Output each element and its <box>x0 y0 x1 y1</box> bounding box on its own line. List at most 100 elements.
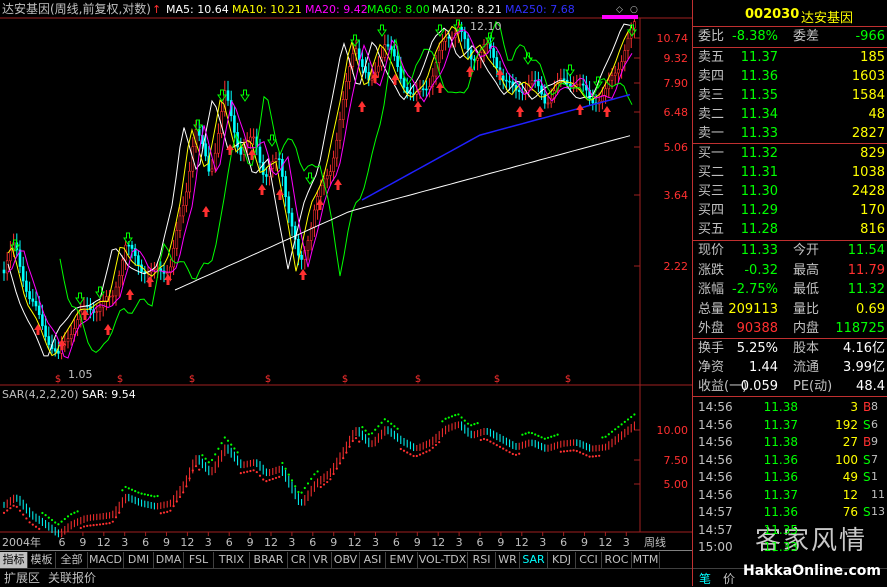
period-label[interactable]: 周线 <box>644 535 666 549</box>
sar-dot <box>450 415 454 418</box>
candle-body <box>28 291 31 300</box>
tab-kdj[interactable]: KDJ <box>548 552 576 568</box>
s-marker-icon: $ <box>565 374 571 385</box>
sar-dot <box>223 436 226 439</box>
candle-body <box>95 311 99 313</box>
sar-dot <box>18 509 22 512</box>
candle-body <box>287 196 291 214</box>
price-tick-label: 9.32 <box>664 52 689 65</box>
sar-dot <box>447 416 450 419</box>
tick-count: 1 <box>871 470 878 483</box>
sar-dot <box>466 422 470 425</box>
candle-body <box>623 50 627 63</box>
candle-body <box>530 80 534 85</box>
tab-模板[interactable]: 模板 <box>28 552 56 568</box>
sar-dot <box>6 509 9 512</box>
sar-dot <box>514 453 518 456</box>
tick-row: 14:56 11.38 27 B <box>698 435 872 449</box>
tab-wr[interactable]: WR <box>496 552 520 568</box>
time-tick-label: 3 <box>372 536 379 549</box>
candle-body <box>290 212 294 227</box>
tab-指标[interactable]: 指标 <box>0 552 28 568</box>
tab-dma[interactable]: DMA <box>154 552 184 568</box>
time-tick-label: 6 <box>560 536 567 549</box>
sar-dot <box>73 511 76 514</box>
sar-dot <box>82 525 86 528</box>
low-label: 1.05 <box>68 368 93 381</box>
sar-dot <box>540 436 543 439</box>
candle-body <box>492 48 495 58</box>
sar-dot <box>374 428 377 431</box>
candle-body <box>21 266 25 282</box>
tab-trix[interactable]: TRIX <box>214 552 250 568</box>
circle-icon[interactable]: ○ <box>630 5 638 15</box>
time-tick-label: 9 <box>330 536 337 549</box>
candle-body <box>258 146 262 163</box>
sar-dot <box>89 524 92 527</box>
kline-chart[interactable]: 10.74 9.32 7.90 6.48 5.06 3.64 2.22 10.00 7.50 5… <box>0 0 692 550</box>
tick-row: 14:56 11.37 12 <box>698 487 858 502</box>
candle-body <box>463 31 467 40</box>
tab-rsi[interactable]: RSI <box>468 552 496 568</box>
candle-body <box>306 240 310 251</box>
tab-cci[interactable]: CCI <box>576 552 602 568</box>
sar-dot <box>454 414 457 417</box>
tab-brar[interactable]: BRAR <box>250 552 288 568</box>
candle-body <box>405 86 409 93</box>
time-tick-label: 12 <box>598 536 612 549</box>
sar-dot <box>348 445 351 448</box>
tab-asi[interactable]: ASI <box>360 552 386 568</box>
candle-body <box>425 88 428 91</box>
sar-dot <box>479 438 482 442</box>
tick-row: 14:56 11.37 192 S <box>698 417 871 432</box>
sar-dot <box>457 413 460 416</box>
sar-dot <box>22 513 25 516</box>
tab-fsl[interactable]: FSL <box>184 552 214 568</box>
candle-body <box>575 84 579 87</box>
sar-dot <box>610 430 614 433</box>
quote-row: 涨跌 -0.32 最高 11.79 <box>698 262 885 278</box>
candle-body <box>37 305 41 315</box>
tick-count: 8 <box>871 400 878 413</box>
candle-body <box>537 80 540 87</box>
tick-tab[interactable]: 笔 <box>699 570 711 587</box>
sar-dot <box>582 452 585 455</box>
candle-body <box>41 314 44 327</box>
sar-dot <box>444 417 447 420</box>
tab-vol-tdx[interactable]: VOL-TDX <box>418 552 468 568</box>
tab-macd[interactable]: MACD <box>88 552 124 568</box>
ma-legend-item: MA60: 8.00 <box>367 3 430 16</box>
tab-obv[interactable]: OBV <box>332 552 360 568</box>
sar-dot <box>50 518 54 522</box>
tab-sar[interactable]: SAR <box>520 552 548 568</box>
sar-dot <box>486 438 489 441</box>
tab-mtm[interactable]: MTM <box>632 552 660 568</box>
sar-dot <box>332 472 335 476</box>
price-tab[interactable]: 价 <box>723 570 735 587</box>
sar-dot <box>511 452 514 456</box>
sar-dot <box>354 437 358 440</box>
tab-cr[interactable]: CR <box>288 552 310 568</box>
ma-legend-item: MA10: 10.21 <box>232 3 302 16</box>
candle-body <box>386 44 390 47</box>
tab-extension[interactable]: 扩展区 <box>4 570 40 586</box>
tab-roc[interactable]: ROC <box>602 552 632 568</box>
tab-dmi[interactable]: DMI <box>124 552 154 568</box>
tab-全部[interactable]: 全部 <box>56 552 88 568</box>
candle-body <box>53 348 57 352</box>
candle-body <box>277 158 281 160</box>
time-tick-label: 9 <box>497 536 504 549</box>
sar-dot <box>2 511 6 514</box>
time-tick-label: 6 <box>477 536 484 549</box>
tab-emv[interactable]: EMV <box>386 552 418 568</box>
tab-extension[interactable]: 关联报价 <box>48 570 96 586</box>
sar-dot <box>284 467 287 470</box>
tab-vr[interactable]: VR <box>310 552 332 568</box>
candle-body <box>185 191 188 206</box>
diamond-icon[interactable]: ◇ <box>616 5 623 15</box>
quote-panel: 002030 达安基因 委比 -8.38% 委差 -966 笔 价 客家风情 H… <box>692 0 887 586</box>
candle-body <box>610 75 614 81</box>
candle-body <box>73 328 76 335</box>
quote-row: 总量 209113 量比 0.69 <box>698 301 885 317</box>
candle-body <box>319 185 323 197</box>
